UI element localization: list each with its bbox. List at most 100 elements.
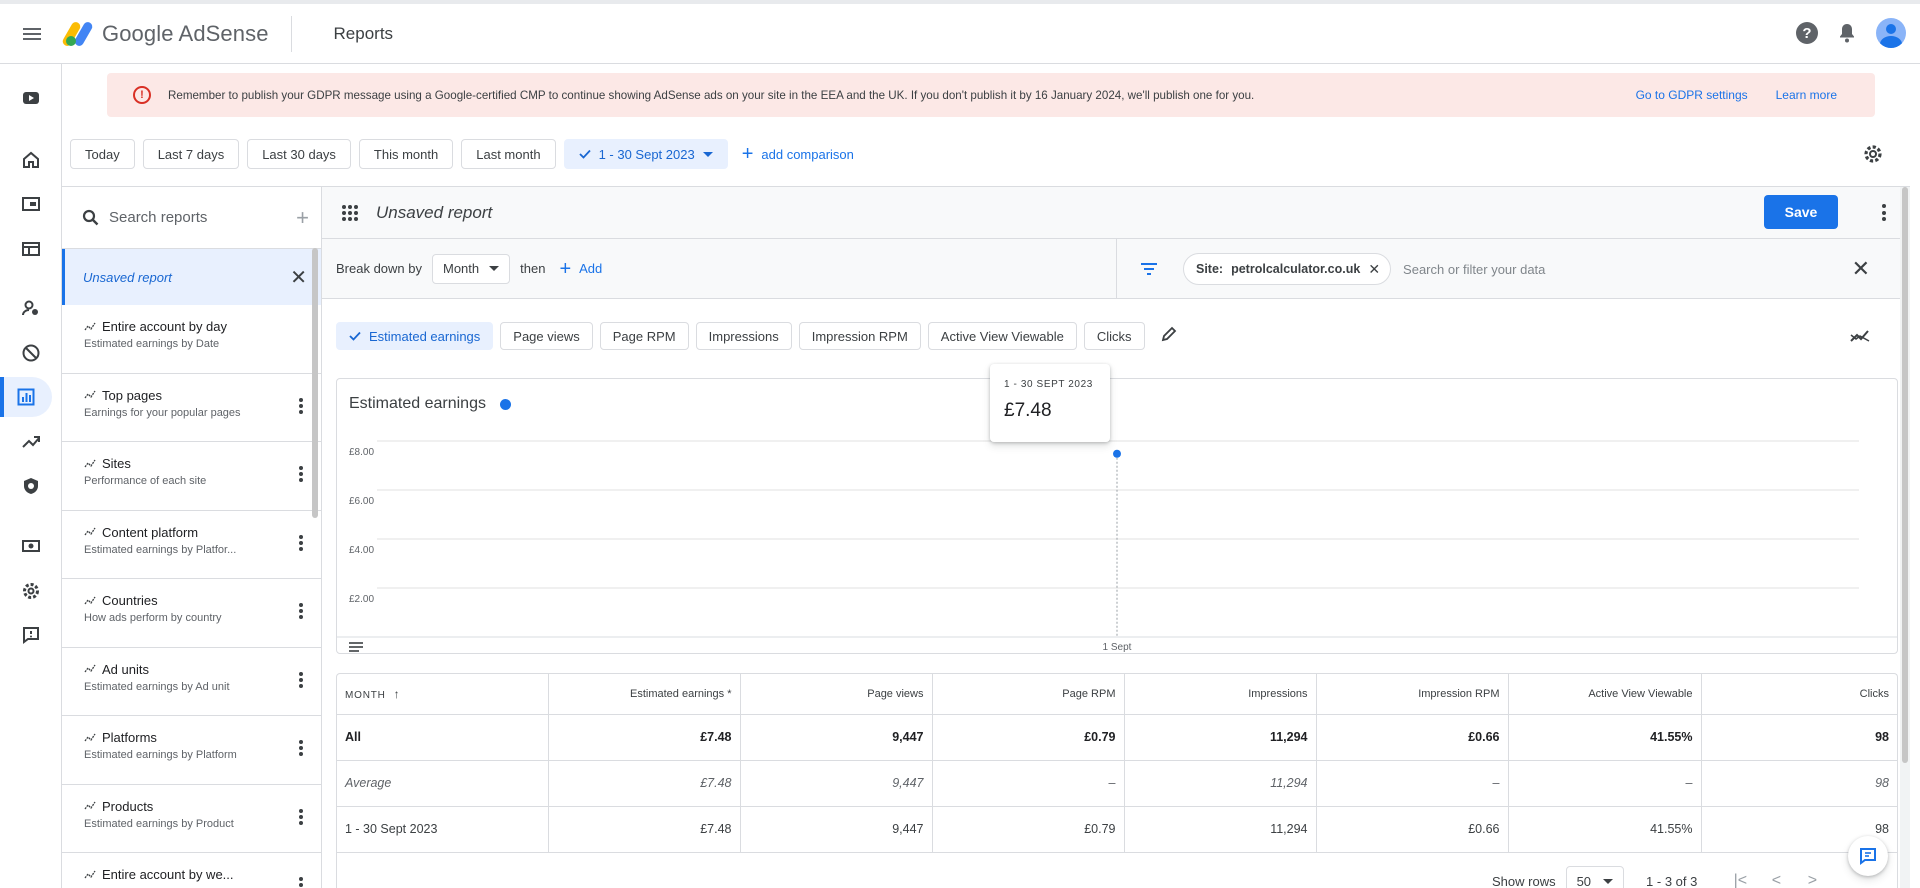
sort-ascending-icon[interactable]: ↑: [394, 687, 401, 701]
metric-chip-clicks[interactable]: Clicks: [1083, 322, 1145, 350]
filter-icon[interactable]: [1141, 263, 1157, 275]
column-header-page-views[interactable]: Page views: [740, 674, 933, 715]
new-report-plus-icon[interactable]: +: [296, 205, 309, 231]
sidebar-item-subtitle: Performance of each site: [84, 475, 207, 487]
column-header-month[interactable]: MONTH ↑: [337, 674, 549, 715]
sidebar-item-sites[interactable]: Sites Performance of each site: [62, 442, 321, 511]
notifications-bell-icon[interactable]: [1836, 22, 1858, 44]
chart-table-toggle-icon[interactable]: [349, 639, 363, 657]
sparkline-icon: [84, 390, 96, 399]
sidebar-item-ad-units[interactable]: Ad units Estimated earnings by Ad unit: [62, 648, 321, 716]
chevron-down-icon: [489, 266, 500, 271]
payments-icon[interactable]: [0, 526, 62, 566]
learn-more-link[interactable]: Learn more: [1776, 88, 1837, 102]
metric-chip-estimated-earnings[interactable]: Estimated earnings: [336, 322, 494, 350]
table-cell: 9,447: [740, 806, 933, 853]
date-chip-last-7-days[interactable]: Last 7 days: [142, 139, 240, 169]
close-icon[interactable]: ✕: [290, 265, 307, 290]
add-comparison-label: add comparison: [761, 146, 854, 162]
breakdown-dropdown[interactable]: Month: [432, 253, 511, 284]
search-reports-box[interactable]: Search reports +: [62, 187, 321, 249]
sidebar-scrollbar[interactable]: [312, 248, 318, 518]
settings-gear-icon[interactable]: [0, 571, 62, 611]
policy-center-icon[interactable]: [0, 466, 62, 506]
feedback-chat-button[interactable]: [1848, 836, 1888, 876]
feedback-icon[interactable]: [0, 615, 62, 655]
more-options-icon[interactable]: [299, 466, 303, 482]
chart-type-trend-icon[interactable]: [1850, 329, 1870, 348]
edit-pencil-icon[interactable]: [1160, 325, 1178, 348]
column-header-impressions[interactable]: Impressions: [1124, 674, 1317, 715]
date-chip-last-month[interactable]: Last month: [461, 139, 556, 169]
ads-icon[interactable]: [0, 229, 62, 269]
gdpr-settings-link[interactable]: Go to GDPR settings: [1636, 88, 1748, 102]
more-options-icon[interactable]: [1882, 204, 1886, 221]
more-options-icon[interactable]: [299, 808, 303, 825]
chart-plot: £8.00 £6.00 £4.00 £2.00 1 Sept: [337, 440, 1897, 653]
column-header-active-view-viewable[interactable]: Active View Viewable: [1508, 674, 1702, 715]
sidebar-item-content-platform[interactable]: Content platform Estimated earnings by P…: [62, 511, 321, 579]
add-comparison-button[interactable]: + add comparison: [742, 144, 854, 164]
column-header-page-rpm[interactable]: Page RPM: [932, 674, 1125, 715]
rows-per-page-dropdown[interactable]: 50: [1565, 866, 1625, 888]
site-filter-chip[interactable]: Site: petrolcalculator.co.uk ✕: [1183, 253, 1392, 285]
column-header-estimated-earnings[interactable]: Estimated earnings *: [548, 674, 741, 715]
report-settings-gear-icon[interactable]: [1862, 143, 1884, 170]
sidebar-item-title: Top pages: [102, 387, 162, 403]
next-page-icon[interactable]: >: [1799, 872, 1825, 888]
more-options-icon[interactable]: [299, 877, 303, 888]
sidebar-item-products[interactable]: Products Estimated earnings by Product: [62, 785, 321, 853]
filter-search-input[interactable]: Search or filter your data: [1403, 262, 1545, 277]
youtube-icon[interactable]: [0, 78, 62, 118]
table-cell: 9,447: [740, 760, 933, 807]
clear-filters-close-icon[interactable]: ✕: [1852, 256, 1870, 282]
breakdown-row: Break down by Month then + Add Site: pet…: [322, 239, 1910, 299]
first-page-icon[interactable]: |<: [1727, 872, 1753, 888]
more-options-icon[interactable]: [299, 671, 303, 688]
account-avatar[interactable]: [1876, 18, 1906, 48]
metric-chip-page-views[interactable]: Page views: [500, 322, 593, 350]
adsense-logo[interactable]: Google AdSense: [61, 19, 269, 48]
metric-chip-impressions[interactable]: Impressions: [695, 322, 792, 350]
metric-chip-page-rpm[interactable]: Page RPM: [599, 322, 689, 350]
privacy-messaging-icon[interactable]: [0, 288, 62, 328]
previous-page-icon[interactable]: <: [1763, 872, 1789, 888]
main-scrollbar[interactable]: [1900, 187, 1910, 888]
date-chip-today[interactable]: Today: [70, 139, 135, 169]
close-icon[interactable]: ✕: [1368, 261, 1380, 278]
sidebar-item-countries[interactable]: Countries How ads perform by country: [62, 579, 321, 648]
sidebar-item-platforms[interactable]: Platforms Estimated earnings by Platform: [62, 716, 321, 785]
optimization-trend-icon[interactable]: [0, 422, 62, 462]
save-button[interactable]: Save: [1764, 195, 1838, 229]
more-options-icon[interactable]: [299, 603, 303, 619]
apps-grid-icon[interactable]: [342, 204, 358, 221]
column-header-clicks[interactable]: Clicks: [1701, 674, 1897, 715]
metric-chip-active-view-viewable[interactable]: Active View Viewable: [927, 322, 1077, 350]
more-options-icon[interactable]: [299, 740, 303, 756]
sidebar-item-top-pages[interactable]: Top pages Earnings for your popular page…: [62, 374, 321, 442]
sidebar-item-title: Countries: [102, 593, 158, 608]
help-icon[interactable]: ?: [1796, 22, 1818, 44]
sidebar-item-subtitle: Estimated earnings by Platfor...: [84, 543, 237, 556]
metric-chip-impression-rpm[interactable]: Impression RPM: [798, 322, 921, 350]
top-app-bar: Google AdSense Reports ?: [0, 0, 1920, 64]
home-icon[interactable]: [0, 140, 62, 180]
reports-icon[interactable]: [0, 377, 52, 417]
sparkline-icon: [84, 733, 96, 741]
date-chip-this-month[interactable]: This month: [358, 139, 454, 169]
blocking-controls-icon[interactable]: [0, 333, 62, 373]
sidebar-item-unsaved-report[interactable]: Unsaved report ✕: [62, 249, 321, 305]
more-options-icon[interactable]: [299, 534, 303, 551]
sidebar-item-entire-account-by-week[interactable]: Entire account by we...: [62, 853, 321, 888]
sidebar-item-entire-account-by-day[interactable]: Entire account by day Estimated earnings…: [62, 305, 321, 374]
more-options-icon[interactable]: [299, 397, 303, 414]
date-chip-last-30-days[interactable]: Last 30 days: [247, 139, 351, 169]
chevron-down-icon: [702, 151, 713, 157]
date-range-selector[interactable]: 1 - 30 Sept 2023: [563, 139, 728, 169]
sites-icon[interactable]: [0, 184, 62, 224]
column-header-impression-rpm[interactable]: Impression RPM: [1316, 674, 1509, 715]
add-breakdown-button[interactable]: + Add: [559, 259, 602, 279]
main-menu-button[interactable]: [0, 4, 64, 64]
chart-tooltip: 1 - 30 SEPT 2023 £7.48: [990, 364, 1110, 442]
sparkline-icon: [84, 322, 96, 330]
